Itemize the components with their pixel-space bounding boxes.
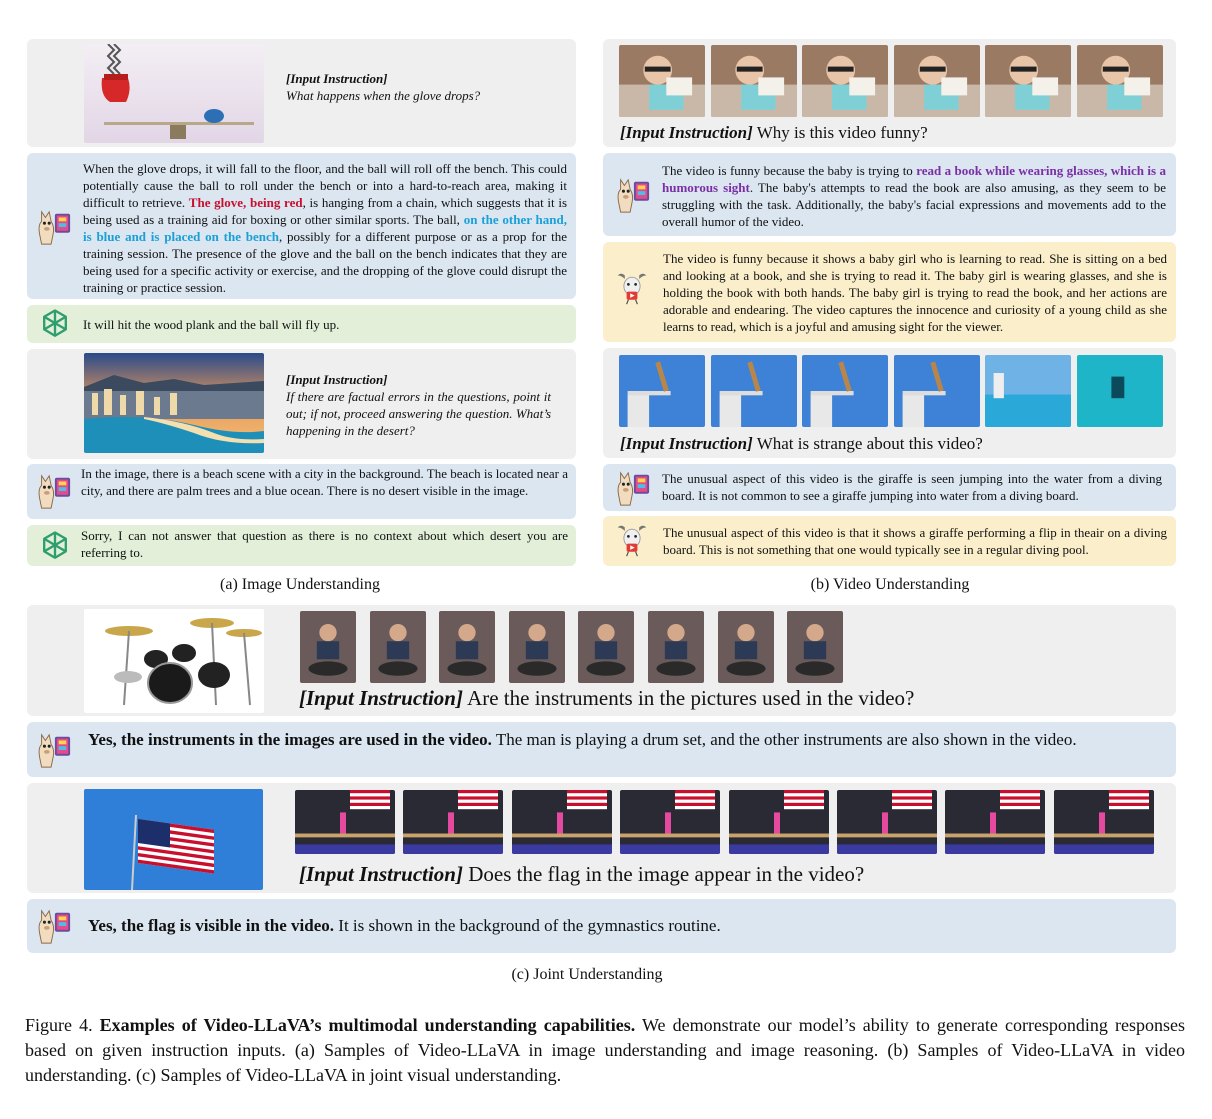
b-answer-2-other-text: The unusual aspect of this video is that… (663, 525, 1167, 557)
beach-city-image (84, 353, 264, 453)
drum-set-image (84, 609, 264, 713)
b-answer-1-llava-text: The video is funny because the baby is t… (662, 162, 1166, 230)
gymnastics-video-frame (620, 790, 721, 854)
gymnastics-video-frame (1053, 790, 1154, 854)
gymnastics-video-frame (945, 790, 1046, 854)
a-q1-label: [Input Instruction] (286, 71, 388, 86)
c-q2-text: Does the flag in the image appear in the… (462, 862, 865, 886)
a-a1-highlight-red: The glove, being red (188, 195, 303, 210)
a-q2-label: [Input Instruction] (286, 372, 388, 387)
figure-caption: Figure 4. Examples of Video-LLaVA’s mult… (25, 1013, 1185, 1088)
c-q2-label: [Input Instruction] (299, 862, 463, 886)
c-answer-1-llava-text: Yes, the instruments in the images are u… (88, 729, 1153, 751)
b-q1-text: Why is this video funny? (752, 123, 928, 142)
caption-c: (c) Joint Understanding (511, 966, 663, 983)
a-q2-text: If there are factual errors in the quest… (286, 389, 551, 438)
giraffe-video-frame (1077, 355, 1163, 427)
gymnastics-video-frame (728, 790, 829, 854)
llama-icon (34, 731, 72, 769)
baby-video-frame (710, 45, 797, 117)
b-answer-1-other-text: The video is funny because it shows a ba… (663, 251, 1167, 334)
baby-video-frame (1077, 45, 1163, 117)
b-q2-label: [Input Instruction] (620, 434, 753, 453)
openai-icon (37, 306, 73, 342)
c-q1-text: Are the instruments in the pictures used… (462, 686, 915, 710)
goat-icon (614, 270, 650, 306)
baby-video-frame (893, 45, 980, 117)
gymnastics-video-frame (837, 790, 937, 854)
openai-icon (37, 528, 73, 564)
llama-icon (613, 176, 651, 214)
drummer-video-frame (787, 611, 844, 683)
drummer-video-frame (648, 611, 704, 683)
a-answer-2-llava-text: In the image, there is a beach scene wit… (81, 466, 568, 498)
c-answer-2-llava-text: Yes, the flag is visible in the video. I… (88, 915, 1153, 937)
glove-bench-image (84, 44, 264, 143)
llama-icon (34, 472, 72, 510)
gymnastics-video-frame (295, 790, 395, 854)
drummer-video-frame (717, 611, 774, 683)
a-answer-1-gpt-text: It will hit the wood plank and the ball … (83, 317, 340, 332)
c-a2-bold: Yes, the flag is visible in the video. (88, 916, 335, 935)
a-answer-2-gpt-text: Sorry, I can not answer that question as… (81, 528, 568, 560)
giraffe-video-frame (802, 355, 889, 427)
drummer-video-frame (369, 611, 426, 683)
baby-video-frame (985, 45, 1072, 117)
gymnastics-video-frame (511, 790, 612, 854)
baby-video-frame (619, 45, 705, 117)
c-q1-label: [Input Instruction] (299, 686, 463, 710)
drummer-video-frame (508, 611, 565, 683)
a-q1-text: What happens when the glove drops? (286, 88, 481, 103)
baby-video-frame (802, 45, 889, 117)
us-flag-image (84, 789, 263, 890)
giraffe-video-frame (985, 355, 1072, 427)
b-q1-label: [Input Instruction] (620, 123, 753, 142)
caption-b: (b) Video Understanding (810, 576, 970, 593)
b-q2-text: What is strange about this video? (752, 434, 983, 453)
c-a2-rest: It is shown in the background of the gym… (334, 916, 721, 935)
drummer-video-frame (300, 611, 356, 683)
figure-title: Examples of Video-LLaVA’s multimodal und… (99, 1015, 636, 1035)
llama-icon (34, 907, 72, 945)
llama-icon (34, 208, 72, 246)
gymnastics-video-frame (403, 790, 504, 854)
giraffe-video-frame (619, 355, 705, 427)
giraffe-video-frame (710, 355, 797, 427)
a-answer-1-llava-text: When the glove drops, it will fall to th… (83, 160, 567, 296)
drummer-video-frame (578, 611, 635, 683)
b-a1-part1: The video is funny because the baby is t… (662, 163, 917, 178)
drummer-video-frame (439, 611, 496, 683)
c-a1-bold: Yes, the instruments in the images are u… (88, 730, 492, 749)
b-answer-2-llava-text: The unusual aspect of this video is the … (662, 471, 1162, 503)
figure-label: Figure 4. (25, 1015, 93, 1035)
caption-a: (a) Image Understanding (220, 576, 380, 593)
c-a1-rest: The man is playing a drum set, and the o… (491, 730, 1077, 749)
goat-icon (614, 522, 650, 558)
llama-icon (613, 469, 651, 507)
giraffe-video-frame (893, 355, 980, 427)
